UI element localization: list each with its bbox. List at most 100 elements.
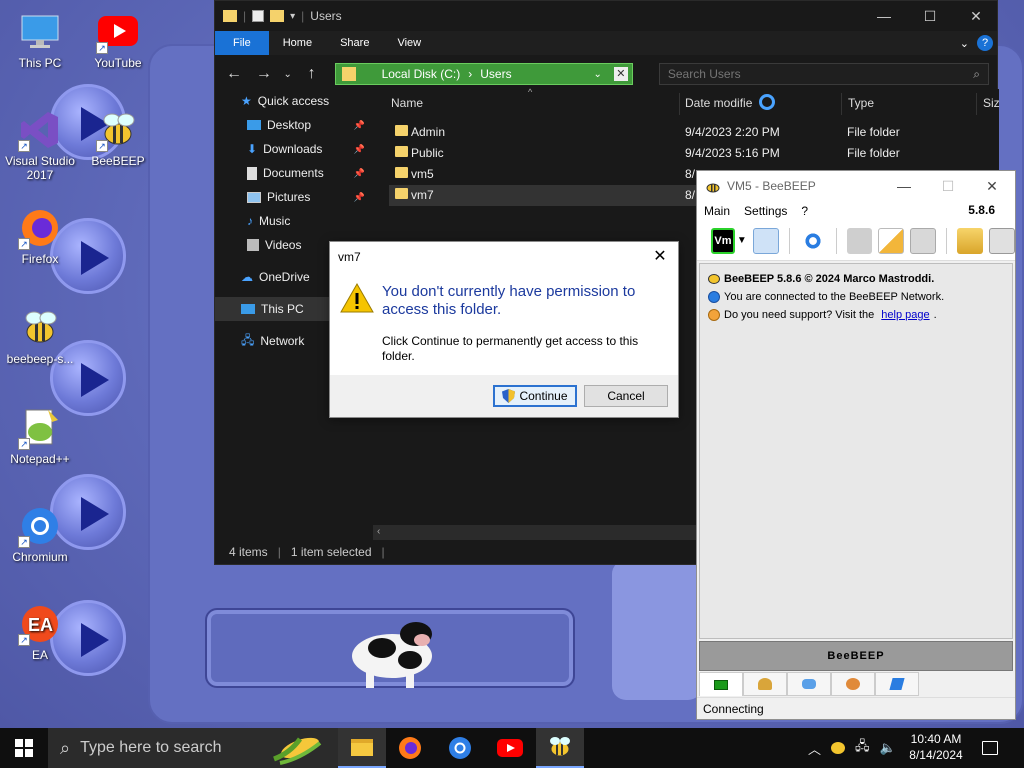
address-bar[interactable]: Local Disk (C:) › Users ⌄ ✕ (334, 63, 633, 85)
search-icon: ⌕ (973, 67, 981, 81)
tab-shares[interactable] (875, 672, 919, 696)
tab-home[interactable]: Home (269, 31, 326, 55)
column-name[interactable]: Name (391, 96, 423, 110)
taskbar-youtube[interactable] (486, 728, 534, 768)
forward-button[interactable]: → (253, 65, 275, 83)
shortcut-arrow-icon: ↗ (18, 536, 30, 548)
tab-chat[interactable] (699, 672, 743, 696)
menu-main[interactable]: Main (697, 204, 737, 218)
table-row[interactable]: Admin 9/4/2023 2:20 PM File folder (389, 122, 999, 143)
tools-icon[interactable] (910, 227, 937, 254)
tab-groups[interactable] (831, 672, 875, 696)
search-box[interactable]: ⌕ (658, 63, 990, 85)
desktop-icon-visual-studio[interactable]: ↗ Visual Studio 2017 (0, 108, 80, 182)
address-segment-users[interactable]: Users (480, 67, 511, 81)
quick-access-dropdown-icon[interactable]: ▾ (290, 11, 295, 22)
folder-icon (395, 146, 408, 157)
help-page-link[interactable]: help page (881, 309, 929, 321)
up-button[interactable]: ↑ (301, 65, 323, 83)
taskbar-clock[interactable]: 10:40 AM 8/14/2024 (896, 731, 976, 763)
tab-view[interactable]: View (383, 31, 435, 55)
table-row[interactable]: Public 9/4/2023 5:16 PM File folder (389, 143, 999, 164)
sidebar-item-label: Downloads (263, 142, 323, 156)
maximize-button[interactable]: ☐ (907, 1, 953, 31)
minimize-button[interactable]: — (861, 1, 907, 31)
address-segment-local-disk[interactable]: Local Disk (C:) (382, 67, 461, 81)
sidebar-item-downloads[interactable]: ⬇ Downloads 📌 (215, 137, 371, 161)
trash-icon[interactable] (989, 227, 1015, 254)
help-icon[interactable]: ? (977, 35, 993, 51)
recent-locations-button[interactable]: ⌄ (283, 69, 293, 80)
properties-icon[interactable] (252, 10, 265, 22)
sidebar-item-quick-access[interactable]: ★ Quick access (215, 89, 371, 113)
plugins-icon[interactable] (957, 227, 984, 254)
beebeep-tray-icon[interactable] (831, 742, 846, 754)
support-icon (708, 309, 720, 321)
desktop-icon-beebeep-setup[interactable]: beebeep-s... (0, 306, 80, 366)
network-icon[interactable] (799, 227, 826, 254)
taskbar-beebeep[interactable] (536, 728, 584, 768)
shares-icon (889, 678, 905, 690)
desktop-icon-chromium[interactable]: ↗ Chromium (0, 504, 80, 564)
tab-users[interactable] (743, 672, 787, 696)
cancel-button[interactable]: Cancel (584, 385, 668, 407)
back-button[interactable]: ← (223, 65, 245, 83)
shortcut-arrow-icon: ↗ (96, 140, 108, 152)
desktop-icon-label: Chromium (12, 550, 68, 564)
shortcut-arrow-icon: ↗ (18, 140, 30, 152)
menu-help[interactable]: ? (794, 204, 815, 218)
column-type[interactable]: Type (848, 96, 874, 110)
pin-icon: 📌 (353, 119, 365, 130)
close-button[interactable]: ✕ (971, 171, 1013, 201)
desktop-icon-ea[interactable]: EA ↗ EA (0, 602, 80, 662)
edit-profile-icon[interactable] (752, 227, 779, 254)
sidebar-item-desktop[interactable]: Desktop 📌 (215, 113, 371, 137)
folder-share-icon[interactable] (846, 227, 873, 254)
sidebar-item-music[interactable]: ♪ Music (215, 209, 371, 233)
tab-share[interactable]: Share (326, 31, 383, 55)
ribbon-expand-icon[interactable]: ⌄ (960, 37, 969, 50)
desktop-icon-youtube[interactable]: ↗ YouTube (78, 10, 158, 70)
menu-settings[interactable]: Settings (737, 204, 794, 218)
taskbar-firefox[interactable] (386, 728, 434, 768)
taskbar-chromium[interactable] (436, 728, 484, 768)
desktop-icon-this-pc[interactable]: This PC (0, 10, 80, 70)
new-folder-icon[interactable] (270, 10, 285, 22)
minimize-button[interactable]: — (883, 171, 925, 201)
system-tray: ︿ 🖧 🔈 (808, 728, 896, 768)
continue-button[interactable]: Continue (493, 385, 577, 407)
notifications-button[interactable] (982, 728, 1002, 768)
start-button[interactable] (0, 728, 48, 768)
folder-icon (223, 10, 237, 22)
note-icon[interactable] (878, 227, 905, 254)
sidebar-item-pictures[interactable]: Pictures 📌 (215, 185, 371, 209)
shortcut-arrow-icon: ↗ (96, 42, 108, 54)
maximize-button[interactable]: ☐ (927, 171, 969, 201)
sidebar-item-documents[interactable]: Documents 📌 (215, 161, 371, 185)
close-button[interactable]: ✕ (953, 1, 999, 31)
warning-icon (340, 282, 374, 313)
taskbar-file-explorer[interactable] (338, 728, 386, 768)
clear-address-icon[interactable]: ✕ (613, 67, 628, 81)
pin-icon: 📌 (353, 191, 365, 202)
desktop-icon-firefox[interactable]: ↗ Firefox (0, 206, 80, 266)
network-icon[interactable]: 🖧 (855, 737, 870, 759)
version-label: 5.8.6 (968, 203, 995, 217)
folder-icon (341, 67, 356, 81)
dialog-close-button[interactable]: ✕ (648, 246, 672, 268)
column-date-modified[interactable]: Date modifie (685, 96, 752, 110)
desktop-icon-notepad-plus-plus[interactable]: ↗ Notepad++ (0, 406, 80, 466)
taskbar-search-box[interactable]: ⌕ Type here to search (48, 728, 338, 768)
tab-messages[interactable] (787, 672, 831, 696)
chat-line-support: Do you need support? Visit the help page… (700, 306, 1012, 324)
address-dropdown-icon[interactable]: ⌄ (593, 69, 601, 80)
scroll-left-icon[interactable]: ‹ (377, 526, 380, 537)
desktop-icon-beebeep[interactable]: ↗ BeeBEEP (78, 108, 158, 168)
volume-icon[interactable]: 🔈 (880, 740, 896, 756)
show-hidden-icons-button[interactable]: ︿ (808, 739, 821, 758)
column-size[interactable]: Siz (983, 96, 1000, 110)
search-input[interactable] (667, 67, 968, 81)
account-status-button[interactable]: Vm (711, 227, 735, 254)
tab-file[interactable]: File (215, 31, 269, 55)
status-dropdown-icon[interactable]: ▼ (737, 235, 747, 246)
